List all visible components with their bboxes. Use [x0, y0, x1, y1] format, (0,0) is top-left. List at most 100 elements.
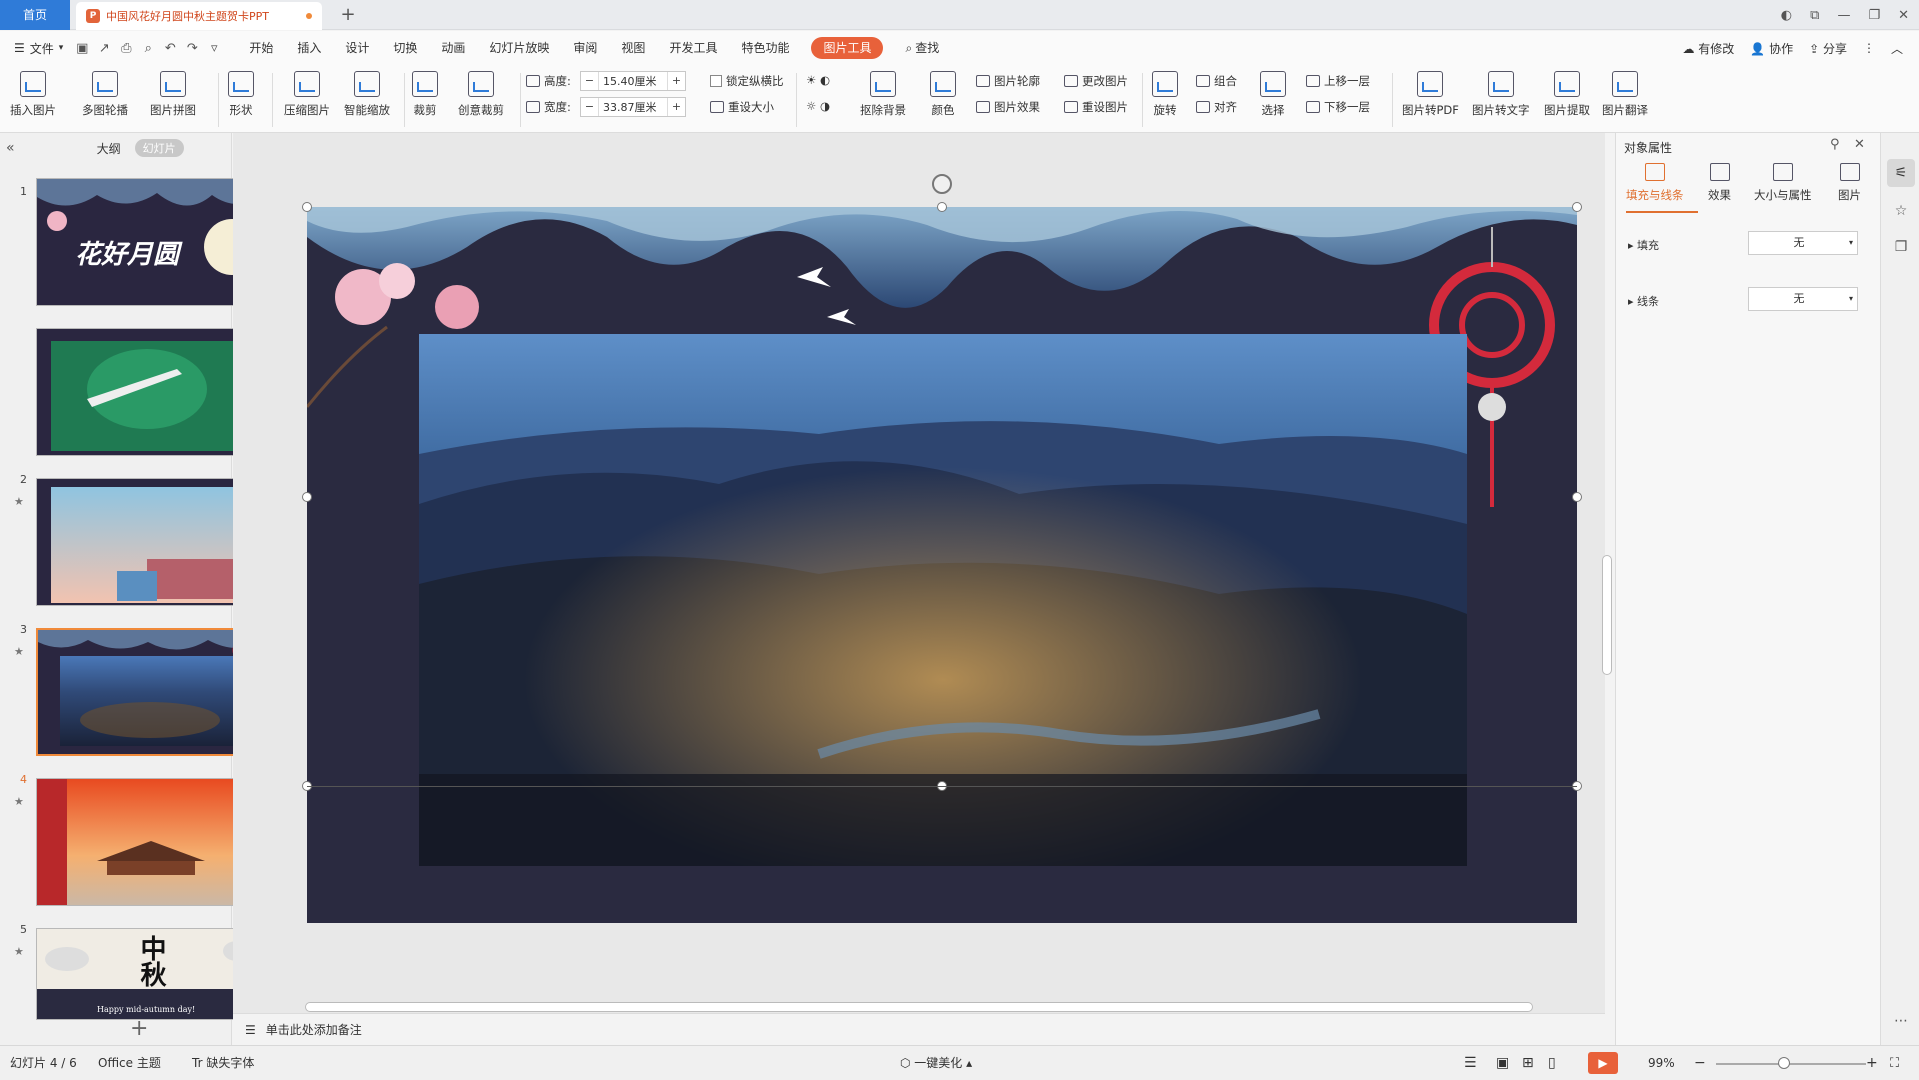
- select-button[interactable]: 选择: [1260, 71, 1286, 118]
- vertical-scrollbar[interactable]: [1600, 145, 1615, 1005]
- minimize-button[interactable]: —: [1837, 8, 1850, 23]
- more-sidebar-icon[interactable]: ⋯: [1887, 1013, 1915, 1029]
- reset-size-button[interactable]: 重设大小: [710, 99, 774, 115]
- maximize-button[interactable]: ❐: [1868, 8, 1880, 23]
- resize-handle-tm[interactable]: [937, 202, 947, 212]
- extract-button[interactable]: 图片提取: [1544, 71, 1590, 118]
- tab-slides[interactable]: 幻灯片: [134, 139, 184, 157]
- print-preview-icon[interactable]: ⌕: [137, 41, 159, 56]
- search-menu[interactable]: ⌕ 查找: [893, 31, 951, 65]
- rotate-handle-icon[interactable]: [932, 174, 952, 194]
- add-slide-button[interactable]: +: [130, 1016, 148, 1041]
- brightness-down-icon[interactable]: ☼ ◑: [806, 99, 830, 113]
- zoom-value[interactable]: 99%: [1648, 1046, 1675, 1080]
- notes-view-icon[interactable]: ☰: [1464, 1046, 1477, 1080]
- resize-handle-tr[interactable]: [1572, 202, 1582, 212]
- height-spinner[interactable]: −15.40厘米 +: [580, 71, 686, 91]
- to-pdf-button[interactable]: 图片转PDF: [1402, 71, 1459, 118]
- picture-outline-button[interactable]: 图片轮廓: [976, 73, 1040, 89]
- slide-thumbnail-4[interactable]: [36, 628, 264, 756]
- collapse-panel-icon[interactable]: «: [6, 140, 15, 156]
- height-value[interactable]: 15.40厘米: [599, 73, 667, 89]
- tab-fill-line[interactable]: 填充与线条: [1626, 163, 1684, 203]
- reset-picture-button[interactable]: 重设图片: [1064, 99, 1128, 115]
- align-button[interactable]: 对齐: [1196, 99, 1237, 115]
- missing-font-button[interactable]: Tr 缺失字体: [192, 1046, 254, 1080]
- change-picture-button[interactable]: 更改图片: [1064, 73, 1128, 89]
- slide-sorter-icon[interactable]: ⊞: [1522, 1046, 1534, 1080]
- lock-ratio-checkbox[interactable]: 锁定纵横比: [710, 73, 784, 89]
- slide-thumbnail-3[interactable]: [36, 478, 264, 606]
- picture-collage-button[interactable]: 图片拼图: [150, 71, 196, 118]
- zoom-in-button[interactable]: +: [1866, 1046, 1878, 1080]
- width-increase-button[interactable]: +: [667, 98, 685, 116]
- picture-effect-button[interactable]: 图片效果: [976, 99, 1040, 115]
- close-button[interactable]: ✕: [1898, 8, 1909, 23]
- compress-button[interactable]: 压缩图片: [284, 71, 330, 118]
- modified-button[interactable]: ☁ 有修改: [1682, 40, 1734, 57]
- fit-window-icon[interactable]: ⛶: [1890, 1046, 1899, 1080]
- resize-handle-mr[interactable]: [1572, 492, 1582, 502]
- width-spinner[interactable]: −33.87厘米 +: [580, 97, 686, 117]
- group-button[interactable]: 组合: [1196, 73, 1237, 89]
- animation-icon[interactable]: ☆: [1887, 197, 1915, 225]
- zoom-out-button[interactable]: −: [1694, 1046, 1706, 1080]
- horizontal-scrollbar[interactable]: [305, 1002, 1533, 1012]
- color-button[interactable]: 颜色: [930, 71, 956, 118]
- brightness-up-icon[interactable]: ☀ ◐: [806, 73, 830, 87]
- share-button[interactable]: ⇪ 分享: [1809, 40, 1847, 57]
- print-icon[interactable]: ⎙: [115, 41, 137, 56]
- more-icon[interactable]: ⋮: [1863, 41, 1875, 55]
- restore-icon[interactable]: ⧉: [1810, 8, 1819, 23]
- tab-picture[interactable]: 图片: [1838, 163, 1861, 203]
- rotate-button[interactable]: 旋转: [1152, 71, 1178, 118]
- fill-section-toggle[interactable]: ▸ 填充: [1628, 237, 1659, 253]
- menu-animation[interactable]: 动画: [429, 31, 477, 65]
- resize-handle-tl[interactable]: [302, 202, 312, 212]
- collapse-ribbon-icon[interactable]: ︿: [1891, 40, 1903, 57]
- slide-thumbnail-2[interactable]: [36, 328, 264, 456]
- send-backward-button[interactable]: 下移一层: [1306, 99, 1370, 115]
- menu-home[interactable]: 开始: [237, 31, 285, 65]
- translate-button[interactable]: 图片翻译: [1602, 71, 1648, 118]
- menu-view[interactable]: 视图: [609, 31, 657, 65]
- slide-thumbnail-5[interactable]: [36, 778, 264, 906]
- share-doc-icon[interactable]: ↗: [93, 41, 115, 56]
- close-panel-icon[interactable]: ✕: [1854, 137, 1865, 152]
- file-menu[interactable]: ☰ 文件 ▾: [0, 40, 71, 57]
- save-icon[interactable]: ▣: [71, 41, 93, 56]
- zoom-slider-track[interactable]: [1716, 1063, 1866, 1065]
- document-tab[interactable]: P 中国风花好月圆中秋主题贺卡PPT: [76, 2, 322, 30]
- tab-effect[interactable]: 效果: [1708, 163, 1731, 203]
- tab-size-props[interactable]: 大小与属性: [1754, 163, 1812, 203]
- zoom-slider-thumb[interactable]: [1778, 1057, 1790, 1069]
- slide-thumbnail-1[interactable]: 花好月圆: [36, 178, 264, 306]
- shape-button[interactable]: 形状: [228, 71, 254, 118]
- beautify-button[interactable]: ⬡ 一键美化 ▴: [900, 1046, 972, 1080]
- menu-transition[interactable]: 切换: [381, 31, 429, 65]
- customize-icon[interactable]: ▿: [203, 41, 225, 56]
- panel-title[interactable]: 对象属性: [1624, 139, 1672, 156]
- redo-icon[interactable]: ↷: [181, 41, 203, 56]
- copy-icon[interactable]: ❐: [1887, 233, 1915, 261]
- width-decrease-button[interactable]: −: [581, 98, 599, 116]
- width-value[interactable]: 33.87厘米: [599, 99, 667, 115]
- remove-bg-button[interactable]: 抠除背景: [860, 71, 906, 118]
- slide-thumbnail-6[interactable]: 中秋 Happy mid-autumn day!: [36, 928, 264, 1020]
- skin-icon[interactable]: ◐: [1781, 8, 1792, 23]
- height-increase-button[interactable]: +: [667, 72, 685, 90]
- new-tab-button[interactable]: +: [336, 3, 360, 27]
- resize-handle-ml[interactable]: [302, 492, 312, 502]
- pin-icon[interactable]: ⚲: [1830, 137, 1840, 152]
- to-text-button[interactable]: 图片转文字: [1472, 71, 1530, 118]
- notes-placeholder[interactable]: 单击此处添加备注: [266, 1021, 362, 1038]
- home-tab[interactable]: 首页: [0, 0, 70, 30]
- line-dropdown[interactable]: 无 ▾: [1748, 287, 1858, 311]
- menu-slideshow[interactable]: 幻灯片放映: [477, 31, 561, 65]
- bring-forward-button[interactable]: 上移一层: [1306, 73, 1370, 89]
- collaborate-button[interactable]: 👤 协作: [1750, 40, 1793, 57]
- scroll-thumb[interactable]: [1602, 555, 1612, 675]
- line-section-toggle[interactable]: ▸ 线条: [1628, 293, 1659, 309]
- creative-crop-button[interactable]: 创意裁剪: [458, 71, 504, 118]
- menu-developer[interactable]: 开发工具: [657, 31, 729, 65]
